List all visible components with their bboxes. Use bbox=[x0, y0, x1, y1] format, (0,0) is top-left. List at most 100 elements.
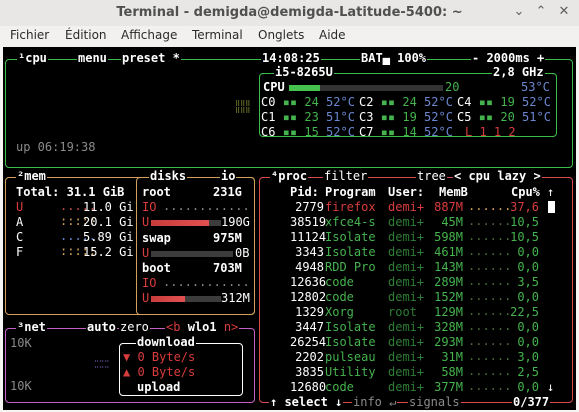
process-mem: 143M bbox=[434, 260, 463, 274]
scrollbar-thumb[interactable] bbox=[548, 201, 555, 213]
net-auto-toggle[interactable]: auto bbox=[86, 321, 117, 334]
scroll-down-icon[interactable]: ↓ bbox=[547, 381, 554, 394]
menu-terminal[interactable]: Terminal bbox=[192, 28, 243, 42]
process-user: demi+ bbox=[388, 200, 425, 214]
process-pid: 12680 bbox=[290, 380, 327, 394]
process-mem: 887M bbox=[434, 200, 463, 214]
net-graph: ⠤⠤⠤ ⠤⠤⠤ bbox=[94, 356, 110, 370]
process-program: firefox bbox=[325, 200, 376, 214]
minimize-icon[interactable]: ⌄ bbox=[512, 5, 526, 19]
proc-title[interactable]: ⁴proc bbox=[270, 170, 309, 183]
net-scale-top: 10K bbox=[10, 336, 32, 350]
disk-swap-bar-track bbox=[151, 251, 233, 257]
cpu-total-temp: 53°C bbox=[521, 80, 550, 94]
mem-available-label: A bbox=[16, 215, 24, 229]
process-user: root bbox=[388, 305, 417, 319]
process-mem: 289M bbox=[434, 275, 463, 289]
col-program[interactable]: Program bbox=[325, 186, 376, 199]
disk-boot-used-label: U bbox=[142, 291, 150, 305]
disk-root-size: 231G bbox=[213, 185, 242, 199]
process-mem: 328M bbox=[434, 320, 463, 334]
cpu-model: i5-8265U bbox=[274, 65, 334, 79]
mem-free-value: 15.2 Gi bbox=[83, 245, 134, 259]
mem-title[interactable]: ²mem bbox=[16, 170, 47, 183]
process-program: code bbox=[325, 380, 354, 394]
process-mem: 45M bbox=[441, 215, 463, 229]
process-pid: 11124 bbox=[290, 230, 327, 244]
cpu-graph-icon: ⠿⠿⠿ ⠿⠿⠿ bbox=[235, 100, 251, 115]
process-user: demi+ bbox=[388, 215, 425, 229]
disk-boot-size: 703M bbox=[213, 261, 242, 275]
disk-root-name: root bbox=[142, 185, 171, 199]
disk-swap-size: 975M bbox=[213, 231, 242, 245]
process-program: code bbox=[325, 275, 354, 289]
process-program: Isolate bbox=[325, 335, 376, 349]
col-cpu[interactable]: Cpu% bbox=[511, 186, 540, 199]
maximize-icon[interactable]: ⌃ bbox=[534, 5, 548, 19]
core-c2: C2 ▪▪ 24 52°C bbox=[359, 95, 453, 109]
proc-select-control[interactable]: ↑ select ↓ bbox=[269, 396, 344, 409]
menu-aide[interactable]: Aide bbox=[319, 28, 346, 42]
col-pid[interactable]: Pid: bbox=[290, 186, 319, 199]
process-cpu-graph: ...... bbox=[468, 274, 512, 288]
mem-total: Total: 31.1 GiB bbox=[16, 185, 125, 199]
process-mem: 293M bbox=[434, 335, 463, 349]
process-pid: 3343 bbox=[295, 245, 324, 259]
terminal-area[interactable]: ¹cpu menu preset * 14:08:25 BAT▄ 100% - … bbox=[3, 47, 576, 410]
net-zero-toggle[interactable]: zero bbox=[119, 321, 150, 334]
proc-info-control[interactable]: info ↵ bbox=[352, 396, 398, 409]
process-pid: 3835 bbox=[295, 365, 324, 379]
cpu-total-label: CPU bbox=[263, 80, 285, 94]
proc-filter-button[interactable]: filter bbox=[323, 170, 369, 183]
process-user: demi+ bbox=[388, 320, 425, 334]
core-c5: C5 ▪▪ 20 51°C bbox=[457, 110, 551, 124]
scroll-up-icon[interactable]: ↑ bbox=[547, 186, 554, 199]
process-cpu-graph: ...... bbox=[468, 229, 512, 243]
process-cpu-graph: ...... bbox=[468, 259, 512, 273]
disk-root-used: 190G bbox=[221, 215, 250, 229]
process-program: pulseau bbox=[325, 350, 376, 364]
process-pid: 3447 bbox=[295, 320, 324, 334]
mem-free-label: F bbox=[16, 245, 24, 259]
disk-boot-used: 312M bbox=[221, 291, 250, 305]
net-interface-selector[interactable]: <b wlo1 n> bbox=[165, 321, 240, 334]
process-cpu-graph: ...... bbox=[468, 349, 512, 363]
process-user: demi+ bbox=[388, 380, 425, 394]
menu-edition[interactable]: Édition bbox=[65, 28, 107, 42]
process-program: Isolate bbox=[325, 245, 376, 259]
menu-onglets[interactable]: Onglets bbox=[258, 28, 304, 42]
close-icon[interactable]: ✕ bbox=[557, 5, 571, 19]
net-title[interactable]: ³net bbox=[16, 321, 47, 334]
menu-bar: Fichier Édition Affichage Terminal Ongle… bbox=[0, 26, 579, 47]
refresh-rate[interactable]: - 2000ms + bbox=[471, 52, 546, 65]
menu-affichage[interactable]: Affichage bbox=[121, 28, 177, 42]
proc-sort-selector[interactable]: < cpu lazy > bbox=[453, 170, 542, 183]
cpu-frequency: 2,8 GHz bbox=[492, 65, 545, 79]
mem-used-label: U bbox=[16, 200, 24, 214]
proc-tree-toggle[interactable]: tree bbox=[416, 170, 447, 183]
net-download-label: download bbox=[136, 335, 196, 349]
disk-root-bar bbox=[151, 220, 209, 226]
process-user: demi+ bbox=[388, 230, 425, 244]
process-mem: 58M bbox=[441, 365, 463, 379]
disk-swap-used: 0B bbox=[235, 246, 250, 260]
core-c6: C6 ▪▪ 15 52°C bbox=[261, 125, 355, 139]
process-user: demi+ bbox=[388, 365, 425, 379]
load-average: L 1 1 2 bbox=[465, 125, 516, 139]
disk-boot-io-graph: ............ bbox=[163, 275, 250, 289]
menu-fichier[interactable]: Fichier bbox=[10, 28, 49, 42]
cpu-title[interactable]: ¹cpu bbox=[17, 52, 48, 65]
disks-title[interactable]: disks bbox=[149, 170, 188, 183]
cpu-menu-button[interactable]: menu bbox=[77, 52, 108, 65]
col-user[interactable]: User: bbox=[388, 186, 424, 199]
disk-swap-used-label: U bbox=[142, 246, 150, 260]
disk-swap-name: swap bbox=[142, 231, 171, 245]
disks-io-toggle[interactable]: io bbox=[220, 170, 237, 183]
process-program: RDD Pro bbox=[325, 260, 376, 274]
col-mem[interactable]: MemB bbox=[439, 186, 468, 199]
process-mem: 598M bbox=[434, 230, 463, 244]
cpu-preset-button[interactable]: preset * bbox=[121, 52, 181, 65]
mem-cached-label: C bbox=[16, 230, 24, 244]
proc-signals-control[interactable]: signals bbox=[408, 396, 461, 409]
process-program: xfce4-s bbox=[325, 215, 376, 229]
